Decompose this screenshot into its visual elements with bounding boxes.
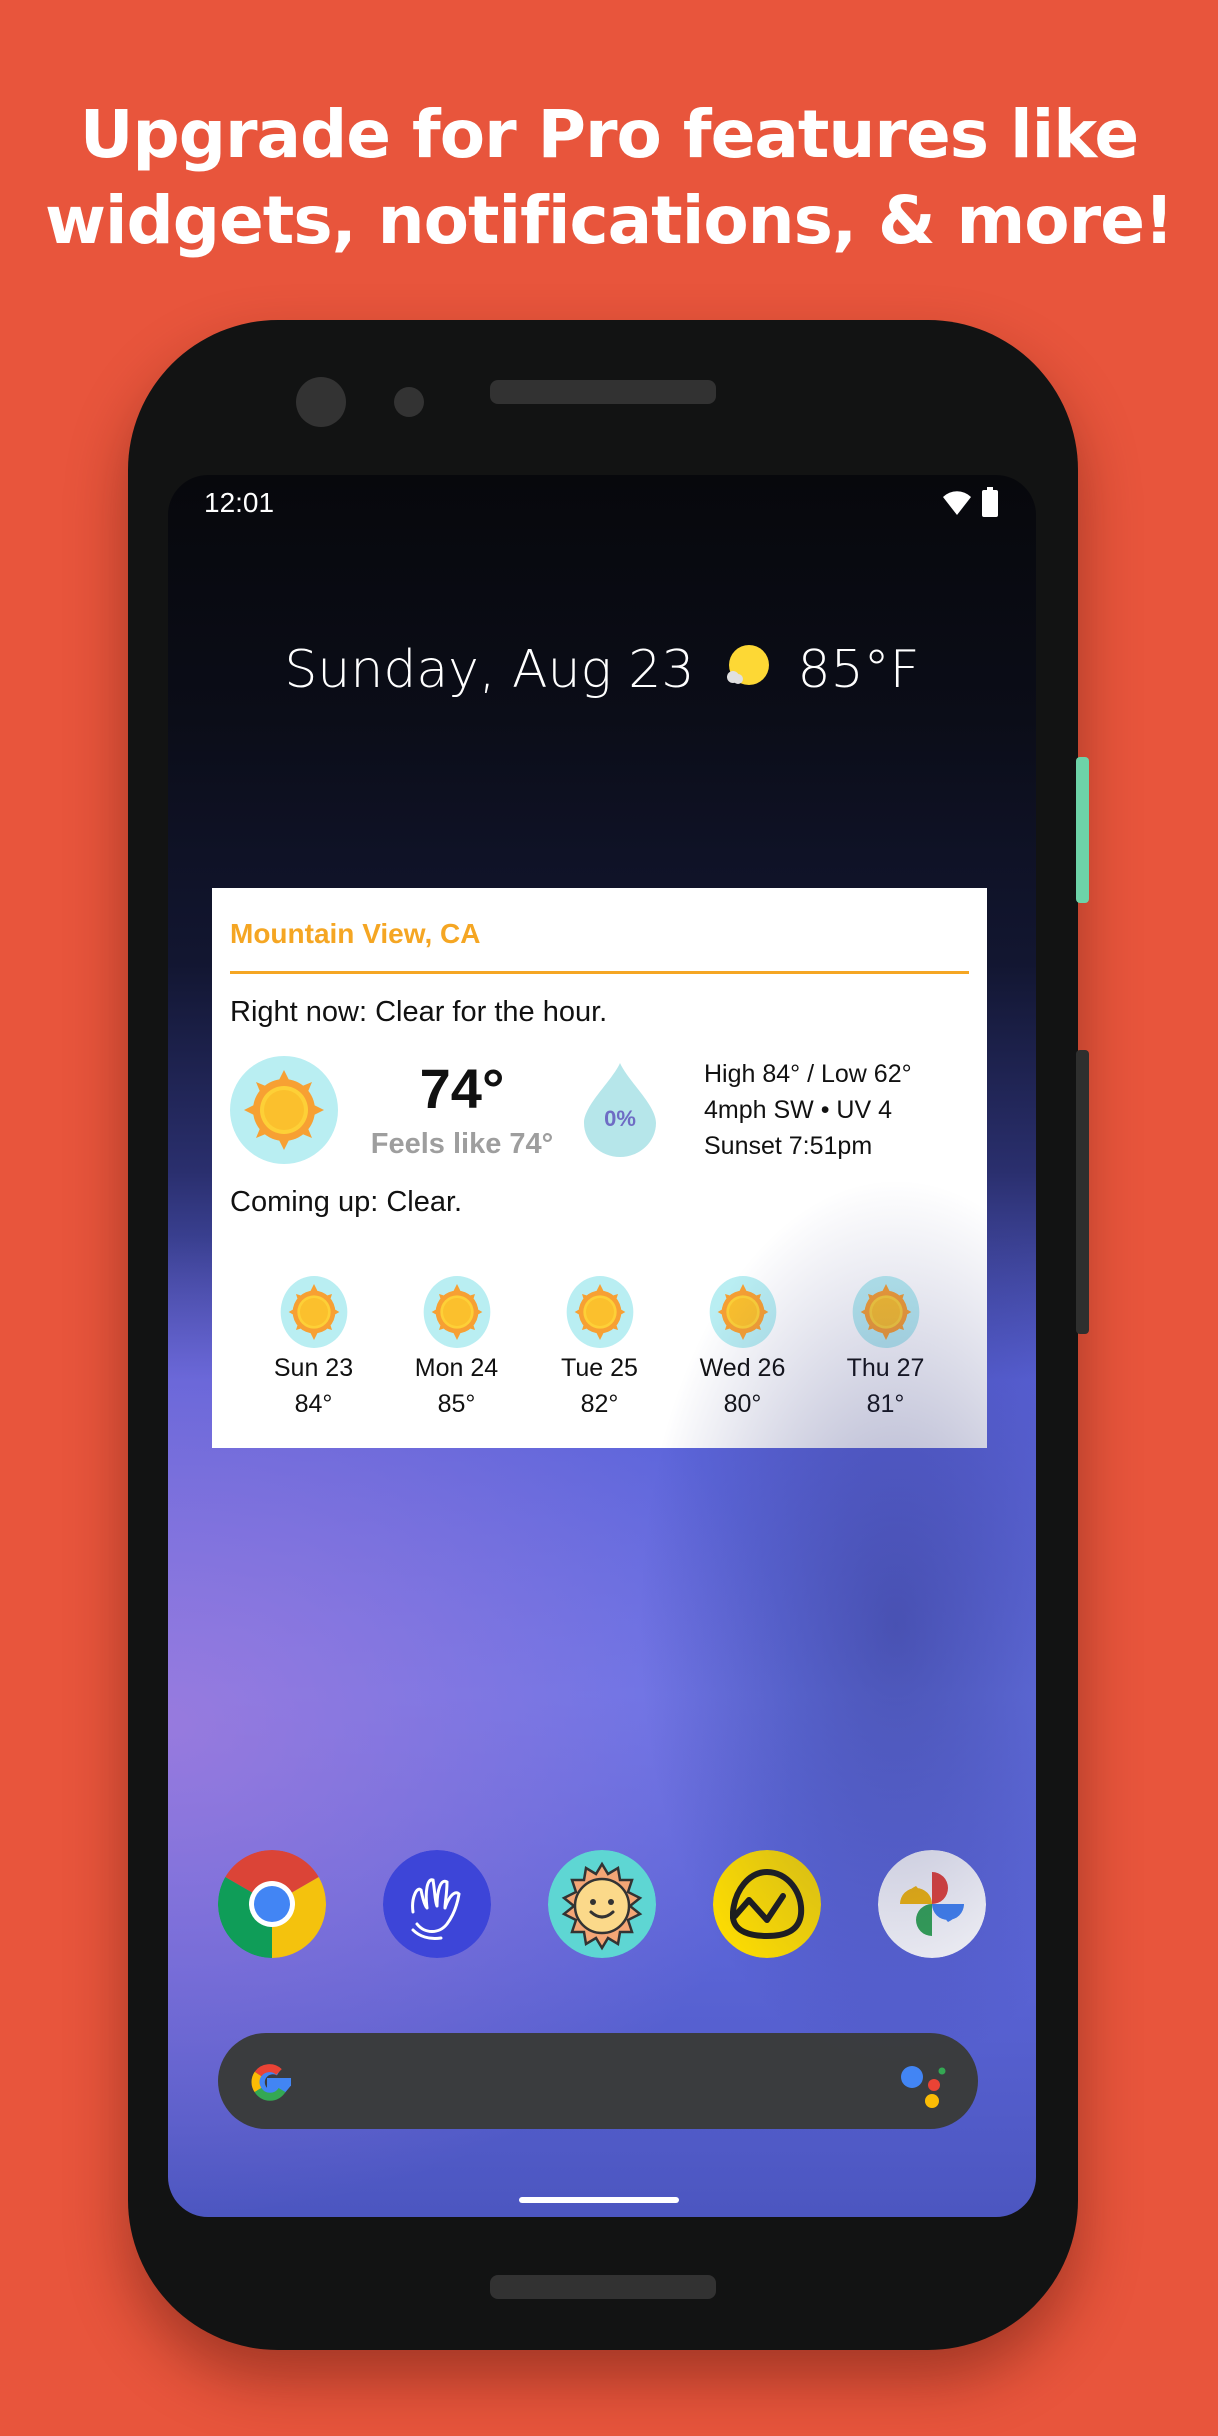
promo-headline: Upgrade for Pro features like widgets, n…	[0, 92, 1218, 264]
forecast-day-temp: 82°	[580, 1390, 619, 1418]
app-basecamp[interactable]	[713, 1850, 821, 1958]
widget-divider	[230, 971, 969, 974]
hand-icon	[383, 1850, 491, 1958]
high-low: High 84° / Low 62°	[704, 1060, 912, 1088]
google-g-icon	[251, 2064, 291, 2101]
power-button	[1076, 757, 1089, 903]
glance-temperature: 85°F	[797, 640, 920, 700]
forecast-day: Mon 24 85°	[397, 1276, 517, 1422]
coming-up-summary: Coming up: Clear.	[230, 1186, 463, 1218]
forecast-day-label: Mon 24	[414, 1354, 499, 1382]
at-a-glance[interactable]: Sunday, Aug 23 85°F	[168, 637, 1036, 700]
basecamp-icon	[713, 1850, 821, 1958]
precipitation-chance: 0%	[604, 1106, 636, 1131]
forecast-day: Sun 23 84°	[254, 1276, 374, 1422]
volume-button	[1076, 1050, 1089, 1334]
forecast-day-label: Thu 27	[846, 1354, 925, 1382]
forecast-day-temp: 80°	[723, 1390, 762, 1418]
status-icons	[942, 487, 998, 517]
google-search-bar[interactable]	[218, 2033, 978, 2129]
right-now-summary: Right now: Clear for the hour.	[230, 996, 608, 1028]
app-chrome[interactable]	[218, 1850, 326, 1958]
sun-icon	[852, 1276, 919, 1348]
wifi-icon	[943, 491, 971, 515]
feels-like: Feels like 74°	[370, 1128, 554, 1160]
forecast-day-label: Wed 26	[699, 1354, 786, 1382]
daily-forecast: Sun 23 84° Mon 24 85° Tue 25 82° Wed 26 …	[212, 1276, 987, 1422]
status-time: 12:01	[204, 487, 275, 518]
battery-icon	[982, 487, 998, 517]
forecast-day-label: Tue 25	[561, 1354, 638, 1382]
app-weather[interactable]	[548, 1850, 656, 1958]
sunset-time: Sunset 7:51pm	[704, 1132, 873, 1160]
forecast-day-temp: 84°	[294, 1390, 333, 1418]
forecast-day: Tue 25 82°	[540, 1276, 660, 1422]
forecast-day-label: Sun 23	[273, 1354, 354, 1382]
sun-icon	[566, 1276, 633, 1348]
assistant-icon[interactable]	[896, 2055, 950, 2109]
forecast-day-temp: 81°	[866, 1390, 905, 1418]
pinwheel-icon	[878, 1850, 986, 1958]
headline-line-1: Upgrade for Pro features like	[79, 96, 1139, 173]
app-google-photos[interactable]	[878, 1850, 986, 1958]
sun-icon	[423, 1276, 490, 1348]
sun-icon	[230, 1056, 338, 1164]
app-hand-wave[interactable]	[383, 1850, 491, 1958]
glance-date[interactable]: Sunday, Aug 23	[284, 640, 694, 700]
chrome-icon	[218, 1850, 326, 1958]
sun-icon	[709, 1276, 776, 1348]
proximity-sensor	[394, 387, 424, 417]
forecast-day-temp: 85°	[437, 1390, 476, 1418]
home-screen: 12:01 Sunday, Aug 23 85°F Mountain View,…	[168, 475, 1036, 2217]
widget-location: Mountain View, CA	[230, 918, 481, 949]
earpiece-speaker	[490, 380, 716, 404]
home-gesture-bar[interactable]	[519, 2197, 679, 2203]
current-temperature: 74°	[419, 1057, 505, 1120]
weather-widget[interactable]: Mountain View, CA Right now: Clear for t…	[212, 888, 987, 1448]
forecast-day: Thu 27 81°	[826, 1276, 946, 1422]
bottom-speaker	[490, 2275, 716, 2299]
forecast-day: Wed 26 80°	[683, 1276, 803, 1422]
front-camera	[296, 377, 346, 427]
app-dock	[218, 1850, 986, 1958]
smiling-sun-icon	[548, 1850, 656, 1958]
weather-details: High 84° / Low 62° 4mph SW • UV 4 Sunset…	[704, 1056, 912, 1164]
headline-line-2: widgets, notifications, & more!	[44, 182, 1174, 259]
wind-uv: 4mph SW • UV 4	[704, 1096, 892, 1124]
partly-sunny-icon	[726, 645, 769, 685]
sun-icon	[280, 1276, 347, 1348]
